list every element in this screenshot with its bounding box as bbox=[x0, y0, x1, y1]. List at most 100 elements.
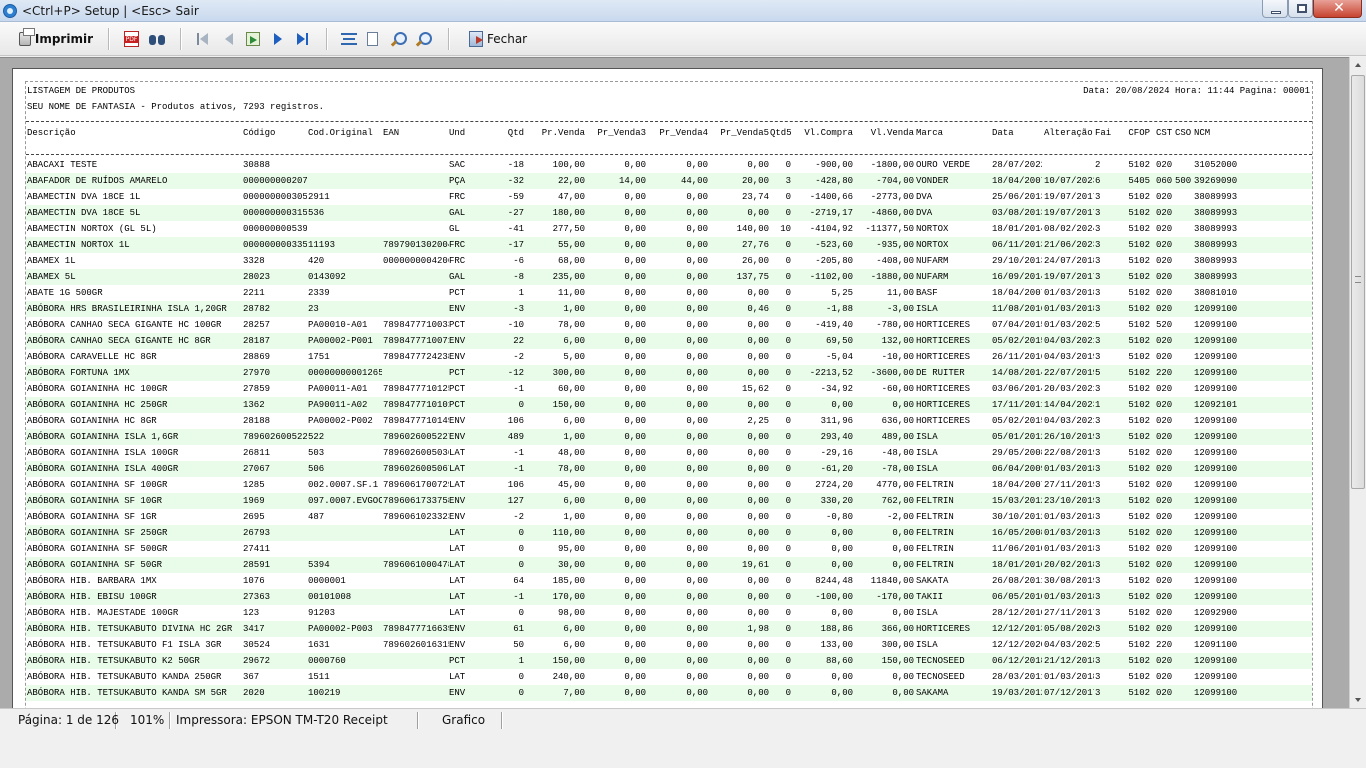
table-row: ABÓBORA GOIANINHA SF 1GR 2695 487 789606102… bbox=[26, 509, 1312, 525]
table-cell: 27,76 bbox=[741, 240, 769, 250]
table-cell: 03/06/2014 bbox=[992, 384, 1042, 394]
table-cell: -34,92 bbox=[820, 384, 853, 394]
table-cell: 60,00 bbox=[557, 384, 585, 394]
table-cell: -1 bbox=[513, 384, 524, 394]
table-cell bbox=[1175, 205, 1192, 221]
table-cell: ENV bbox=[449, 512, 466, 522]
table-cell: 220 bbox=[1156, 368, 1173, 378]
table-cell: 0,00 bbox=[831, 544, 853, 554]
first-page-button[interactable] bbox=[195, 28, 211, 50]
table-row: ABAMEX 1L 3328 420 0000000004206 FRC -6 68,00 0… bbox=[26, 253, 1312, 269]
table-cell: 18/04/2007 bbox=[992, 176, 1042, 186]
table-cell: 2724,20 bbox=[815, 480, 853, 490]
table-cell: 28023 bbox=[243, 272, 271, 282]
table-cell: 6 bbox=[1095, 176, 1101, 186]
table-cell: 0 bbox=[785, 592, 791, 602]
table-cell bbox=[1175, 685, 1192, 701]
table-cell: 7896061023323 bbox=[383, 512, 449, 522]
table-cell: 1076 bbox=[243, 576, 265, 586]
table-cell: 5 bbox=[1095, 368, 1101, 378]
table-cell: FELTRIN bbox=[916, 560, 954, 570]
table-cell: 0 bbox=[785, 688, 791, 698]
table-row: ABAFADOR DE RUÍDOS AMARELO 0000000002077 P… bbox=[26, 173, 1312, 189]
close-window-button[interactable]: ✕ bbox=[1313, 0, 1362, 18]
table-cell: 28188 bbox=[243, 416, 271, 426]
table-cell: 5102 bbox=[1128, 192, 1150, 202]
table-cell: 38089993 bbox=[1194, 208, 1238, 218]
table-cell: ISLA bbox=[916, 608, 938, 618]
table-cell: 150,00 bbox=[552, 656, 585, 666]
table-cell: 5102 bbox=[1128, 640, 1150, 650]
previous-page-button[interactable] bbox=[221, 28, 237, 50]
table-cell: ABÓBORA GOIANINHA HC 100GR bbox=[27, 384, 168, 394]
table-cell: 8244,48 bbox=[815, 576, 853, 586]
scroll-thumb[interactable] bbox=[1351, 75, 1365, 489]
status-mode: Grafico bbox=[438, 712, 502, 729]
table-cell: 05/02/2015 bbox=[992, 416, 1042, 426]
table-cell: 23/10/2019 bbox=[1044, 496, 1094, 506]
table-cell: -1400,66 bbox=[809, 192, 853, 202]
table-cell: 0,00 bbox=[747, 544, 769, 554]
next-page-button[interactable] bbox=[270, 28, 286, 50]
table-cell: 1 bbox=[518, 656, 524, 666]
table-cell: LAT bbox=[449, 576, 466, 586]
table-cell: 7898477710125 bbox=[383, 384, 449, 394]
find-button[interactable] bbox=[149, 28, 165, 50]
table-cell bbox=[1175, 333, 1192, 349]
table-cell: ABÓBORA GOIANINHA SF 10GR bbox=[27, 496, 163, 506]
table-cell bbox=[383, 269, 449, 285]
table-cell: ABÓBORA HIB. TETSUKABUTO F1 ISLA 3GR bbox=[27, 640, 222, 650]
table-cell bbox=[383, 653, 449, 669]
table-cell: PA00002-P002 bbox=[308, 416, 373, 426]
scroll-down-arrow-icon[interactable] bbox=[1350, 691, 1366, 708]
table-cell: 0,00 bbox=[624, 352, 646, 362]
table-cell: 366,00 bbox=[881, 624, 914, 634]
close-preview-button[interactable]: Fechar bbox=[469, 28, 529, 50]
table-cell: 78,00 bbox=[557, 464, 585, 474]
table-cell: 0,00 bbox=[686, 336, 708, 346]
table-cell: 04/03/2021 bbox=[1044, 336, 1094, 346]
table-cell: 0 bbox=[785, 288, 791, 298]
table-row: ABAMECTIN NORTOX 1L 0000000003351 11193 789… bbox=[26, 237, 1312, 253]
table-cell: 2695 bbox=[243, 512, 265, 522]
table-cell: FELTRIN bbox=[916, 480, 954, 490]
table-cell: ABÓBORA GOIANINHA SF 500GR bbox=[27, 544, 168, 554]
table-cell: 88,60 bbox=[825, 656, 853, 666]
table-cell: 0 bbox=[518, 544, 524, 554]
maximize-button[interactable] bbox=[1288, 0, 1313, 18]
table-cell: 44,00 bbox=[680, 176, 708, 186]
minimize-button[interactable] bbox=[1262, 0, 1288, 18]
table-cell: -3600,00 bbox=[870, 368, 914, 378]
table-cell: BASF bbox=[916, 288, 938, 298]
table-cell: 18/04/2007 bbox=[992, 480, 1042, 490]
table-cell: 21/06/2023 bbox=[1044, 240, 1094, 250]
go-to-page-button[interactable] bbox=[246, 28, 262, 50]
table-cell: 0,00 bbox=[747, 336, 769, 346]
table-cell: 6,00 bbox=[563, 496, 585, 506]
table-cell: 28/12/2010 bbox=[992, 608, 1042, 618]
table-cell: 123 bbox=[243, 608, 260, 618]
table-cell: 22 bbox=[513, 336, 524, 346]
zoom-out-button[interactable] bbox=[415, 28, 432, 50]
table-cell: PA00002-P001 bbox=[308, 336, 373, 346]
whole-page-button[interactable] bbox=[367, 28, 383, 50]
table-cell: 12/12/2013 bbox=[992, 624, 1042, 634]
table-cell: 28591 bbox=[243, 560, 271, 570]
title-bar: <Ctrl+P> Setup | <Esc> Sair ✕ bbox=[0, 0, 1366, 22]
last-page-button[interactable] bbox=[295, 28, 311, 50]
table-cell: 020 bbox=[1156, 272, 1173, 282]
table-cell: ABAMEX 1L bbox=[27, 256, 76, 266]
table-cell bbox=[1175, 493, 1192, 509]
export-pdf-button[interactable] bbox=[124, 28, 140, 50]
vertical-scrollbar[interactable] bbox=[1349, 57, 1366, 708]
print-button[interactable]: Imprimir bbox=[19, 28, 93, 50]
table-cell: 04/03/2021 bbox=[1044, 640, 1094, 650]
fit-width-button[interactable] bbox=[341, 28, 357, 50]
scroll-up-arrow-icon[interactable] bbox=[1350, 57, 1366, 74]
table-cell: 311,96 bbox=[820, 416, 853, 426]
zoom-in-button[interactable] bbox=[390, 28, 407, 50]
table-cell: 11840,00 bbox=[870, 576, 914, 586]
table-cell: FRC bbox=[449, 192, 466, 202]
table-cell: 3 bbox=[1095, 288, 1101, 298]
table-cell: PA90011-A02 bbox=[308, 400, 368, 410]
